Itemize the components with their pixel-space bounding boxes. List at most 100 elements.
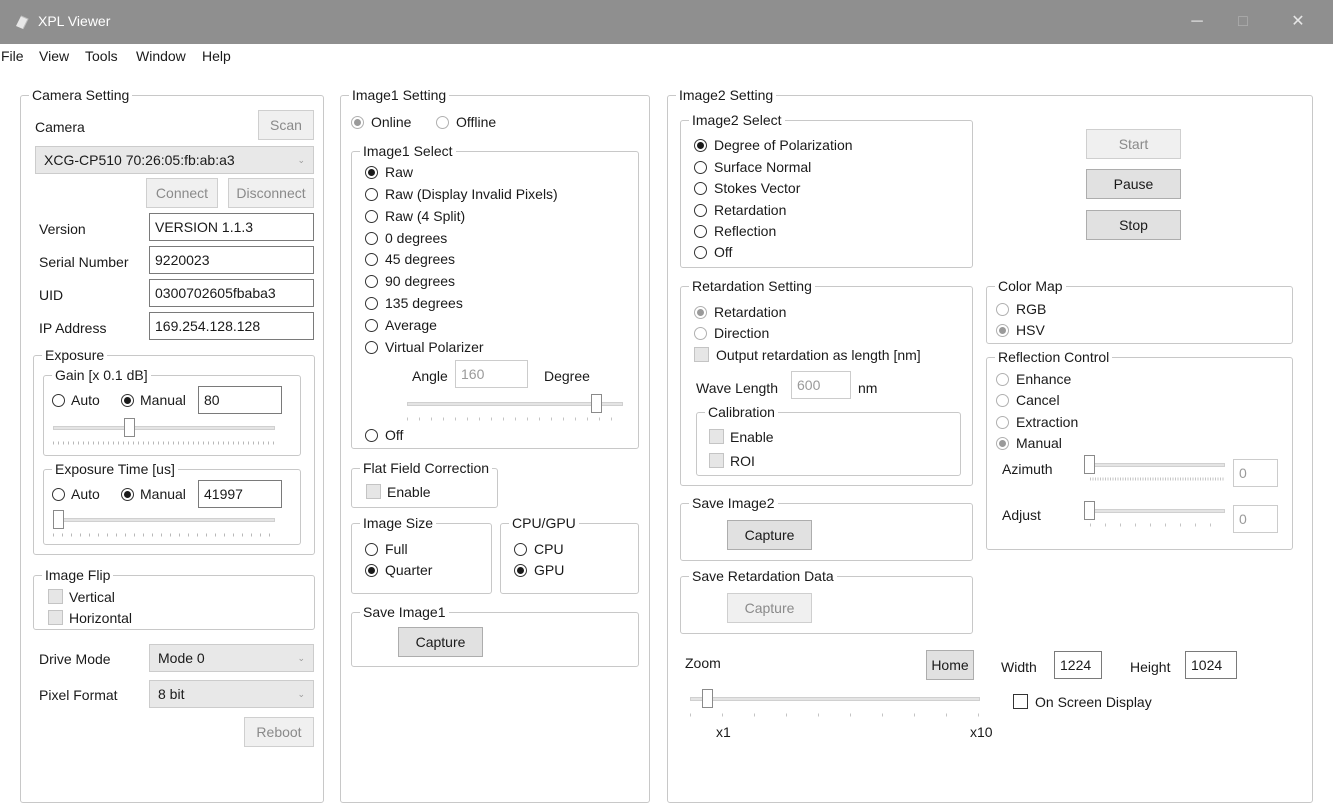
height-field[interactable]: 1024 — [1185, 651, 1237, 679]
camera-label: Camera — [35, 119, 85, 135]
scan-button[interactable]: Scan — [258, 110, 314, 140]
retardation-radio[interactable] — [694, 306, 707, 319]
deg45-label: 45 degrees — [385, 251, 456, 267]
extraction-radio[interactable] — [996, 416, 1009, 429]
reboot-button[interactable]: Reboot — [244, 717, 314, 747]
raw-4split-radio[interactable] — [365, 210, 378, 223]
dop-radio[interactable] — [694, 139, 707, 152]
image1-setting-title: Image1 Setting — [349, 86, 450, 104]
raw-label: Raw — [385, 164, 414, 180]
azimuth-field[interactable]: 0 — [1233, 459, 1278, 487]
gain-slider-thumb[interactable] — [124, 418, 135, 437]
uid-field[interactable]: 0300702605fbaba3 — [149, 279, 314, 307]
capture-image2-button[interactable]: Capture — [727, 520, 812, 550]
color-map-group: Color Map RGB HSV — [986, 277, 1293, 344]
surface-normal-radio[interactable] — [694, 161, 707, 174]
cpu-radio[interactable] — [514, 543, 527, 556]
flat-field-enable-checkbox[interactable] — [366, 484, 381, 499]
osd-label: On Screen Display — [1035, 694, 1152, 710]
minimize-button[interactable]: ─ — [1174, 0, 1220, 44]
off-radio[interactable] — [365, 429, 378, 442]
menu-tools[interactable]: Tools — [85, 48, 118, 64]
gain-manual-label: Manual — [140, 392, 186, 408]
drive-mode-select[interactable]: Mode 0 ⌄ — [149, 644, 314, 672]
height-label: Height — [1130, 659, 1171, 675]
azimuth-slider-thumb[interactable] — [1084, 455, 1095, 474]
exposure-time-field[interactable]: 41997 — [198, 480, 282, 508]
serial-number-field[interactable]: 9220023 — [149, 246, 314, 274]
angle-slider-thumb[interactable] — [591, 394, 602, 413]
pixel-format-select[interactable]: 8 bit ⌄ — [149, 680, 314, 708]
hsv-radio[interactable] — [996, 324, 1009, 337]
version-field[interactable]: VERSION 1.1.3 — [149, 213, 314, 241]
deg0-radio[interactable] — [365, 232, 378, 245]
raw-invalid-radio[interactable] — [365, 188, 378, 201]
virtual-polarizer-radio[interactable] — [365, 341, 378, 354]
deg135-radio[interactable] — [365, 297, 378, 310]
vertical-checkbox[interactable] — [48, 589, 63, 604]
osd-checkbox[interactable] — [1013, 694, 1028, 709]
stokes-vector-radio[interactable] — [694, 182, 707, 195]
stop-button[interactable]: Stop — [1086, 210, 1181, 240]
adjust-field[interactable]: 0 — [1233, 505, 1278, 533]
zoom-slider-thumb[interactable] — [702, 689, 713, 708]
time-manual-radio[interactable] — [121, 488, 134, 501]
reflection-control-title: Reflection Control — [995, 348, 1113, 366]
gain-slider-track[interactable] — [53, 426, 275, 430]
close-button[interactable]: ✕ — [1275, 0, 1321, 44]
menu-window[interactable]: Window — [136, 48, 186, 64]
deg45-radio[interactable] — [365, 253, 378, 266]
exposure-time-slider-track[interactable] — [53, 518, 275, 522]
capture-image1-button[interactable]: Capture — [398, 627, 483, 657]
menu-file[interactable]: File — [1, 48, 24, 64]
maximize-button[interactable]: □ — [1220, 0, 1266, 44]
manual-radio[interactable] — [996, 437, 1009, 450]
pause-button[interactable]: Pause — [1086, 169, 1181, 199]
zoom-slider-track[interactable] — [690, 697, 980, 701]
image2-off-radio[interactable] — [694, 246, 707, 259]
direction-radio[interactable] — [694, 327, 707, 340]
azimuth-slider-track[interactable] — [1084, 463, 1225, 467]
wave-length-field[interactable]: 600 — [791, 371, 851, 399]
gpu-radio[interactable] — [514, 564, 527, 577]
camera-select[interactable]: XCG-CP510 70:26:05:fb:ab:a3 ⌄ — [35, 146, 314, 174]
direction-label: Direction — [714, 325, 770, 341]
gain-slider-ticks — [53, 441, 275, 445]
rgb-radio[interactable] — [996, 303, 1009, 316]
online-radio[interactable] — [351, 116, 364, 129]
time-auto-radio[interactable] — [52, 488, 65, 501]
disconnect-button[interactable]: Disconnect — [228, 178, 314, 208]
menu-help[interactable]: Help — [202, 48, 231, 64]
menu-view[interactable]: View — [39, 48, 69, 64]
deg90-radio[interactable] — [365, 275, 378, 288]
retardation-option-radio[interactable] — [694, 204, 707, 217]
connect-button[interactable]: Connect — [146, 178, 218, 208]
reflection-option-radio[interactable] — [694, 225, 707, 238]
output-length-checkbox[interactable] — [694, 347, 709, 362]
full-radio[interactable] — [365, 543, 378, 556]
gain-value-field[interactable]: 80 — [198, 386, 282, 414]
enhance-radio[interactable] — [996, 373, 1009, 386]
ip-address-field[interactable]: 169.254.128.128 — [149, 312, 314, 340]
width-field[interactable]: 1224 — [1054, 651, 1102, 679]
extraction-label: Extraction — [1016, 414, 1079, 430]
horizontal-checkbox[interactable] — [48, 610, 63, 625]
calibration-roi-checkbox[interactable] — [709, 453, 724, 468]
adjust-slider-thumb[interactable] — [1084, 501, 1095, 520]
start-button[interactable]: Start — [1086, 129, 1181, 159]
exposure-time-slider-thumb[interactable] — [53, 510, 64, 529]
calibration-enable-checkbox[interactable] — [709, 429, 724, 444]
average-radio[interactable] — [365, 319, 378, 332]
adjust-slider-track[interactable] — [1084, 509, 1225, 513]
offline-radio[interactable] — [436, 116, 449, 129]
capture-retardation-button[interactable]: Capture — [727, 593, 812, 623]
home-button[interactable]: Home — [926, 650, 974, 680]
calibration-roi-label: ROI — [730, 453, 755, 469]
gain-auto-radio[interactable] — [52, 394, 65, 407]
gain-manual-radio[interactable] — [121, 394, 134, 407]
azimuth-slider-ticks — [1090, 477, 1225, 481]
angle-field[interactable]: 160 — [455, 360, 528, 388]
cancel-radio[interactable] — [996, 394, 1009, 407]
raw-radio[interactable] — [365, 166, 378, 179]
quarter-radio[interactable] — [365, 564, 378, 577]
